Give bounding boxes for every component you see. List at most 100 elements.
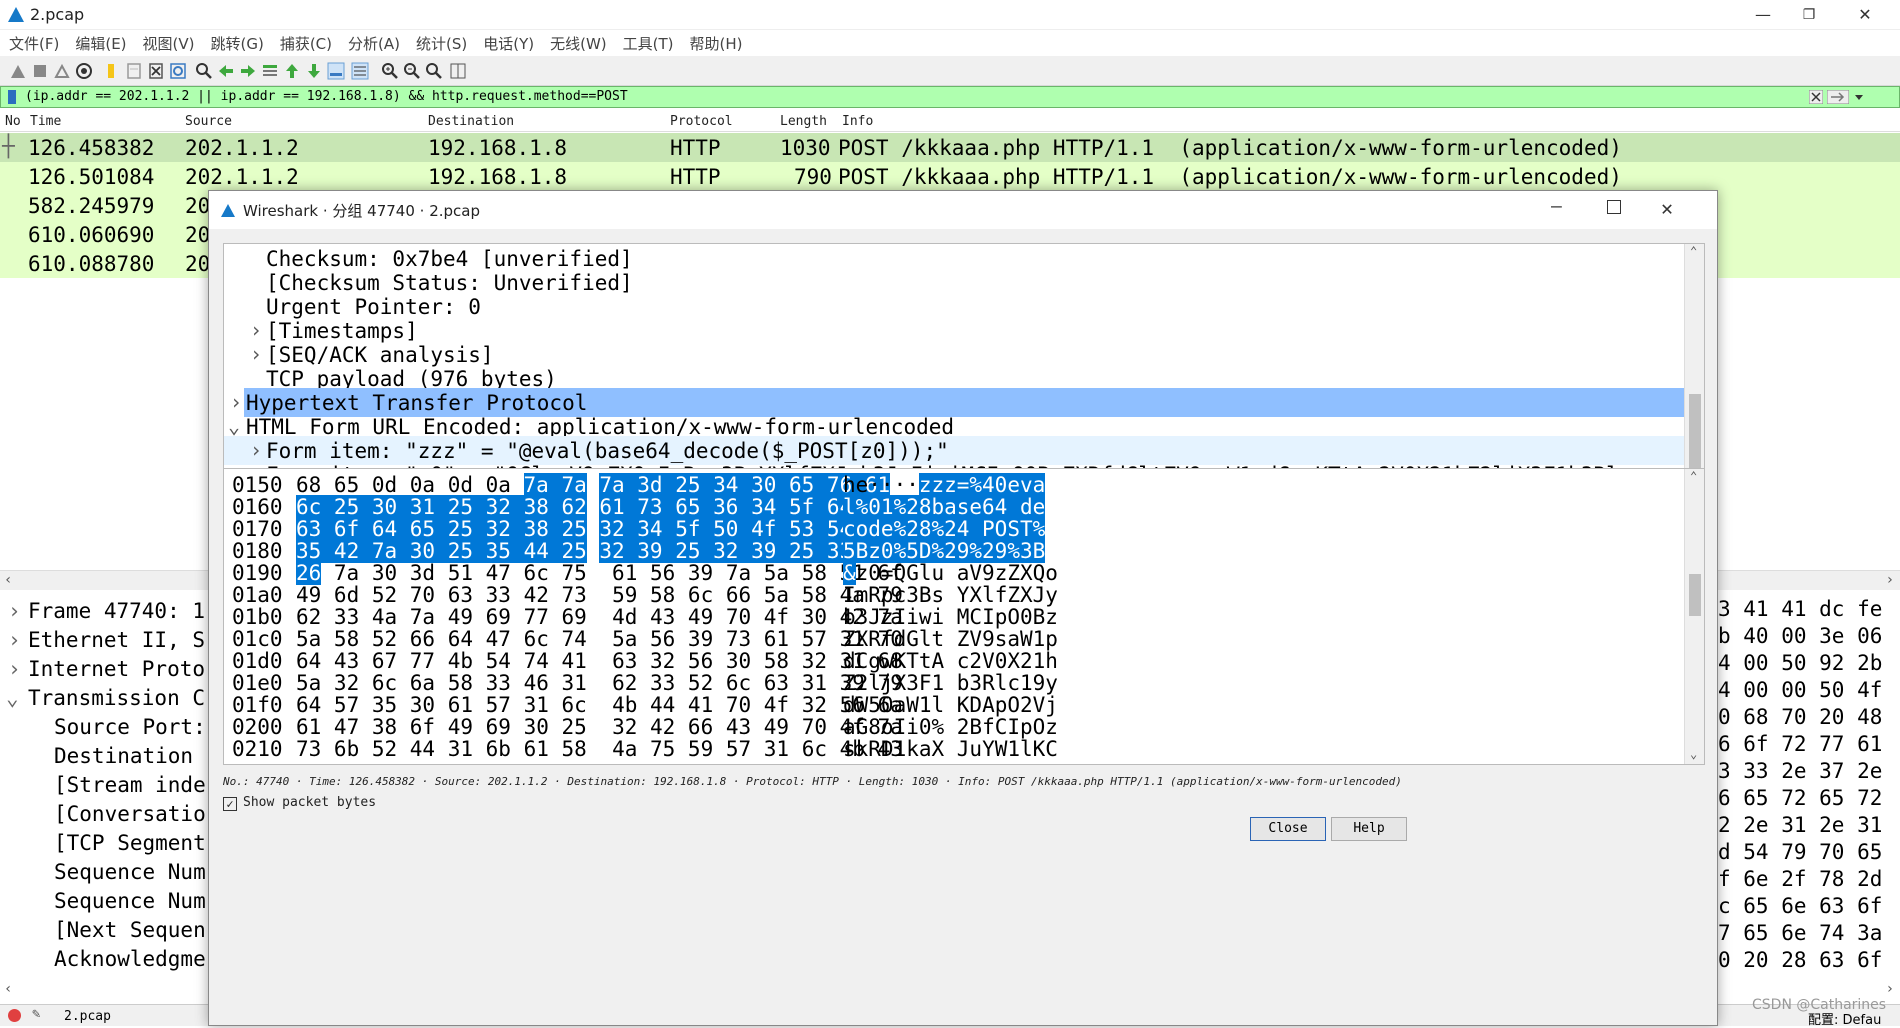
menu-tools[interactable]: 工具(T) [614,30,681,54]
edit-comment-icon[interactable]: ✎ [32,1006,40,1022]
dialog-minimize-button[interactable]: — [1551,196,1562,217]
column-info[interactable]: Info [842,114,873,129]
autoscroll-icon[interactable] [326,61,346,81]
packet-source: 20 [185,194,210,218]
status-profile[interactable]: 配置: Defau [1808,1009,1881,1028]
status-file-name: 2.pcap [64,1009,111,1024]
hex-bytes-fragment: f 6e 2f 78 2d [1718,867,1882,894]
scroll-right-icon[interactable]: › [1886,572,1894,588]
column-destination[interactable]: Destination [428,114,514,129]
menu-analyze[interactable]: 分析(A) [339,30,407,54]
menu-edit[interactable]: 编辑(E) [66,30,133,54]
menu-statistics[interactable]: 统计(S) [407,30,474,54]
ascii-text: skRD1kaX JuYW1lKC [843,737,1058,761]
packet-bytes-pane: 3 41 41 dc fe b 40 00 3e 06 4 00 50 92 2… [1718,595,1900,1000]
zoom-in-icon[interactable] [380,61,400,81]
show-bytes-label: Show packet bytes [243,795,376,810]
start-capture-icon[interactable] [8,61,28,81]
dialog-maximize-button[interactable] [1607,200,1621,214]
resize-columns-icon[interactable] [448,61,468,81]
hex-vscrollbar[interactable]: ⌃ ⌄ [1684,469,1704,764]
packet-list-hscrollbar[interactable]: ‹ [0,570,210,590]
checkbox-checked-icon[interactable]: ✓ [223,797,237,811]
packet-protocol: HTTP [670,136,721,160]
clear-filter-icon[interactable] [1809,90,1823,104]
last-packet-icon[interactable] [304,61,324,81]
wireshark-fin-icon [6,4,26,24]
restart-capture-icon[interactable] [52,61,72,81]
help-button[interactable]: Help [1331,817,1407,841]
scroll-right-icon[interactable]: › [1886,981,1894,997]
packet-length: 1030 [780,136,831,160]
menu-help[interactable]: 帮助(H) [681,30,750,54]
column-no[interactable]: No [5,114,21,129]
hex-bytes-fragment: 4 00 00 50 4f [1718,678,1882,705]
close-window-button[interactable]: ✕ [1842,0,1888,30]
display-filter-input[interactable]: (ip.addr == 202.1.1.2 || ip.addr == 192.… [25,89,628,104]
bookmark-icon[interactable] [5,89,19,105]
close-button[interactable]: Close [1250,817,1326,841]
menu-file[interactable]: 文件(F) [0,30,66,54]
packet-time: 610.060690 [28,223,154,247]
open-file-icon[interactable] [102,61,122,81]
scroll-up-icon[interactable]: ⌃ [1690,469,1697,483]
column-length[interactable]: Length [780,114,827,129]
main-toolbar [0,56,1900,86]
find-packet-icon[interactable] [194,61,214,81]
menu-telephony[interactable]: 电话(Y) [474,30,541,54]
apply-filter-icon[interactable] [1827,90,1849,104]
packet-source: 202.1.1.2 [185,165,299,189]
first-packet-icon[interactable] [282,61,302,81]
menu-capture[interactable]: 捕获(C) [271,30,339,54]
packet-info: POST /kkkaaa.php HTTP/1.1 (application/x… [838,165,1622,189]
column-time[interactable]: Time [30,114,61,129]
colorize-icon[interactable] [350,61,370,81]
capture-options-icon[interactable] [74,61,94,81]
maximize-button[interactable]: ❐ [1786,0,1832,30]
menu-view[interactable]: 视图(V) [134,30,202,54]
stop-capture-icon[interactable] [30,61,50,81]
packet-row[interactable]: 126.501084 202.1.1.2 192.168.1.8 HTTP 79… [0,162,1900,191]
packet-time: 610.088780 [28,252,154,276]
packet-time: 126.501084 [28,165,154,189]
show-packet-bytes-checkbox[interactable]: ✓ Show packet bytes [223,795,376,811]
main-window-title: 2.pcap [30,5,84,24]
go-back-icon[interactable] [216,61,236,81]
scroll-left-icon[interactable]: ‹ [4,981,12,997]
filter-dropdown-icon[interactable] [1853,90,1865,104]
menu-wireless[interactable]: 无线(W) [541,30,614,54]
hex-bytes-fragment: 3 41 41 dc fe [1718,597,1882,624]
packet-list-hscrollbar-right[interactable]: › [1718,570,1900,590]
go-forward-icon[interactable] [238,61,258,81]
main-title-bar: 2.pcap — ❐ ✕ [0,0,1900,30]
menu-go[interactable]: 跳转(G) [202,30,271,54]
display-filter-bar[interactable]: (ip.addr == 202.1.1.2 || ip.addr == 192.… [0,86,1900,108]
dialog-title: Wireshark · 分组 47740 · 2.pcap [243,200,480,221]
scroll-up-icon[interactable]: ⌃ [1690,244,1697,258]
go-to-packet-icon[interactable] [260,61,280,81]
zoom-out-icon[interactable] [402,61,422,81]
close-file-icon[interactable] [146,61,166,81]
scroll-thumb[interactable] [1689,574,1701,616]
hex-bytes-fragment: 4 00 50 92 2b [1718,651,1882,678]
minimize-button[interactable]: — [1740,0,1786,30]
scroll-thumb[interactable] [1689,394,1701,469]
packet-destination: 192.168.1.8 [428,165,567,189]
selected-row-marker: ┼ [2,134,15,158]
tree-vscrollbar[interactable]: ⌃ ⌄ [1684,244,1704,481]
packet-row[interactable]: ┼ 126.458382 202.1.1.2 192.168.1.8 HTTP … [0,133,1900,162]
hex-bytes-fragment: 3 33 2e 37 2e [1718,759,1882,786]
hex-bytes-fragment: 0 20 28 63 6f [1718,948,1882,975]
scroll-down-icon[interactable]: ⌄ [1690,747,1697,761]
packet-source: 202.1.1.2 [185,136,299,160]
normal-size-icon[interactable] [424,61,444,81]
hex-row[interactable]: 0210 73 6b 52 44 31 6b 61 58 4a 75 59 57 … [224,735,1686,762]
scroll-left-icon[interactable]: ‹ [4,572,12,588]
column-source[interactable]: Source [185,114,232,129]
column-protocol[interactable]: Protocol [670,114,733,129]
reload-file-icon[interactable] [168,61,188,81]
save-file-icon[interactable] [124,61,144,81]
dialog-close-icon[interactable]: ✕ [1661,196,1673,220]
error-status-icon[interactable] [8,1009,21,1022]
expand-arrow-icon: › [230,390,242,414]
